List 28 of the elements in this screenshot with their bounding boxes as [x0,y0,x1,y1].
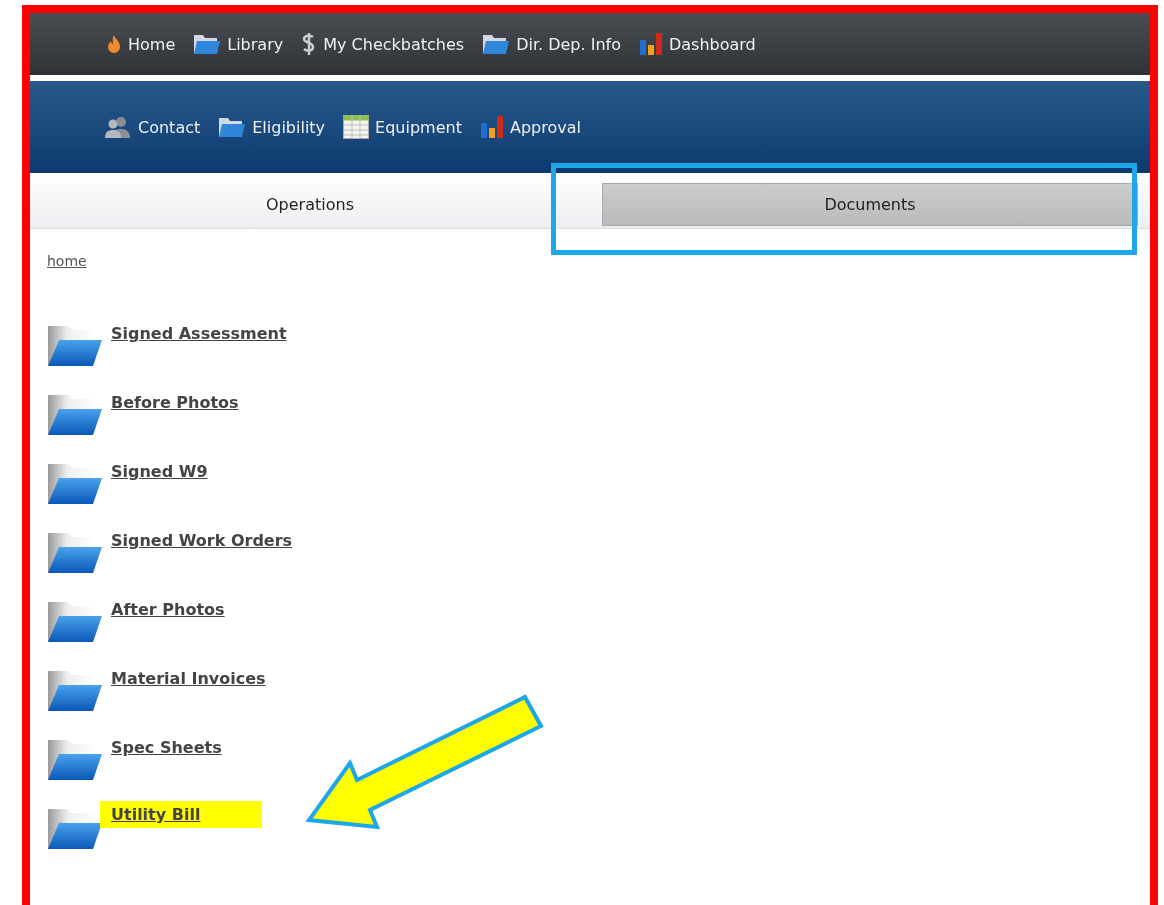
nav-link[interactable]: Contact [104,116,201,138]
folder-icon [218,116,247,138]
folder-link[interactable]: Signed W9 [111,462,208,481]
nav-link[interactable]: Approval [479,115,581,139]
nav-link[interactable]: Equipment [343,115,462,139]
folder-icon [193,33,222,55]
bar-chart-icon [479,115,504,139]
tab[interactable]: Documents [602,183,1138,226]
nav-link[interactable]: Library [193,33,284,55]
folder-link[interactable]: Before Photos [111,393,239,412]
folder-link[interactable]: Material Invoices [111,669,266,688]
nav-link[interactable]: Dashboard [638,32,756,56]
folder-icon [482,33,511,55]
flame-icon [106,33,122,55]
folder-link[interactable]: Signed Assessment [111,324,287,343]
nav-link[interactable]: Dir. Dep. Info [482,33,621,55]
nav-link[interactable]: My Checkbatches [301,32,465,56]
folder-link[interactable]: Signed Work Orders [111,531,293,550]
nav-link[interactable]: Eligibility [218,116,326,138]
tab[interactable]: Operations [42,183,578,226]
bar-chart-icon [638,32,663,56]
folder-link[interactable]: Spec Sheets [111,738,222,757]
folder-link[interactable]: After Photos [111,600,225,619]
breadcrumb-link[interactable]: home [47,253,87,269]
spreadsheet-icon [343,115,370,139]
folder-link[interactable]: Utility Bill [100,801,263,828]
nav-link[interactable]: Home [106,33,176,55]
people-icon [104,116,132,138]
